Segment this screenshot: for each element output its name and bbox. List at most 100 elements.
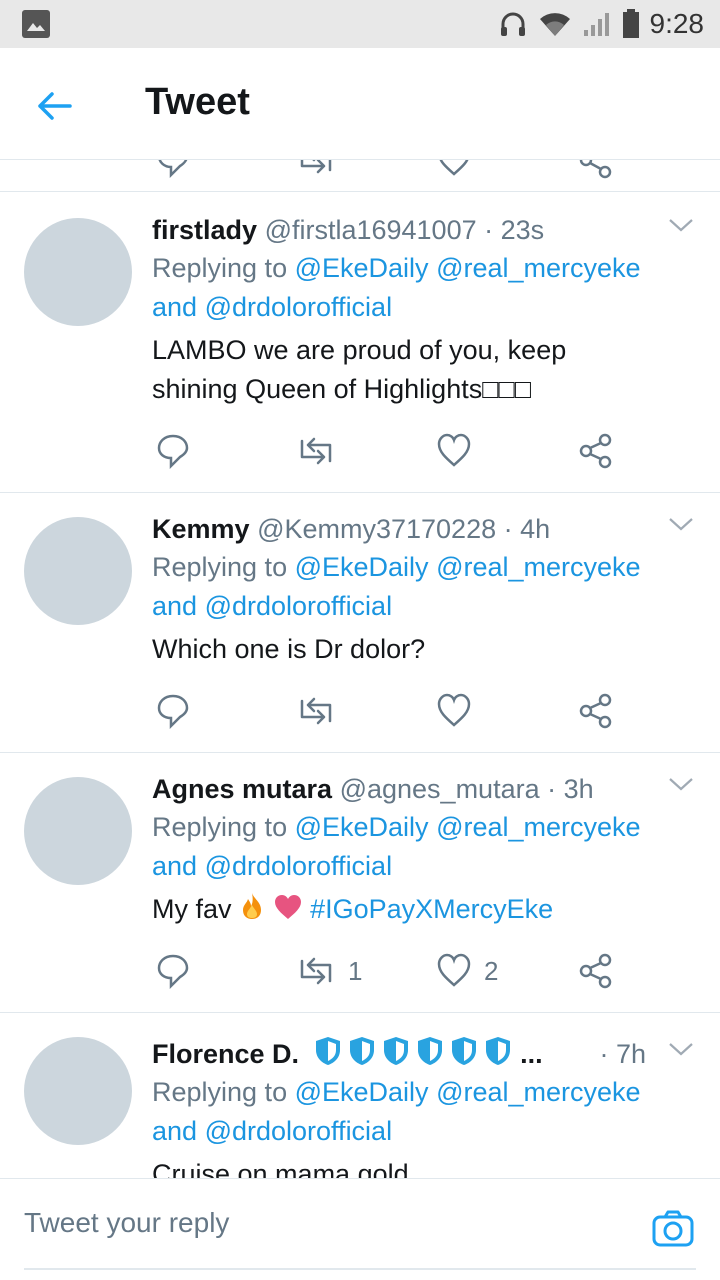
tweet-time: 7h [615,1039,646,1069]
shield-icon [485,1037,510,1065]
verified-shields [313,1035,513,1067]
reply-composer: Tweet your reply [0,1178,720,1280]
retweet-button[interactable]: 1 [296,951,362,991]
avatar[interactable] [24,777,132,885]
share-button[interactable] [578,951,614,991]
replying-to: Replying to @EkeDaily @real_mercyeke and… [152,1077,641,1146]
previous-tweet-actions [0,160,720,192]
retweet-button[interactable] [296,431,336,471]
share-button[interactable] [578,691,614,731]
author-handle: @Kemmy37170228 [257,514,497,544]
mention-link[interactable]: @drdolorofficial [205,851,393,881]
reply-button[interactable] [156,431,190,471]
tweet-header: Kemmy @Kemmy37170228 · 4h [152,510,696,548]
shield-icon [315,1037,340,1065]
reply-icon[interactable] [156,160,190,180]
tweet-time: 4h [520,514,551,544]
reply-icon [157,954,189,989]
avatar[interactable] [24,218,132,326]
tweet-text: My fav #IGoPayXMercyEke [152,890,696,929]
shield-icon [417,1037,442,1065]
reply-button[interactable] [156,691,190,731]
mention-link[interactable]: @real_mercyeke [436,552,640,582]
name-ellipsis: ... [520,1039,543,1069]
reply-icon [157,694,189,729]
mention-link[interactable]: @drdolorofficial [205,591,393,621]
mention-link[interactable]: @real_mercyeke [436,812,640,842]
author-name[interactable]: Kemmy [152,514,250,544]
heart-icon [437,433,471,467]
headphones-icon [500,12,525,36]
reply-input-underline [24,1268,696,1270]
share-icon [579,693,612,729]
like-button[interactable] [436,431,472,471]
tweet-actions [152,691,632,731]
camera-icon [652,1210,694,1247]
arrow-left-icon [38,92,72,120]
share-icon [579,953,612,989]
author-name[interactable]: Florence D. [152,1039,299,1069]
retweet-count: 1 [348,955,363,986]
image-notification-icon [22,10,50,38]
tweet-header: Florence D. ... · 7h [152,1035,696,1073]
retweet-icon [300,957,332,985]
retweet-icon [300,437,332,465]
shield-icon [349,1037,374,1065]
mention-link[interactable]: @EkeDaily [295,812,429,842]
chevron-down-icon[interactable] [668,215,694,235]
mention-link[interactable]: @real_mercyeke [436,1077,640,1107]
tweet-text: Which one is Dr dolor? [152,634,426,664]
reply-icon [157,434,189,469]
heart-icon [437,693,471,727]
like-icon[interactable] [436,160,472,180]
reply-feed[interactable]: firstlady @firstla16941007 · 23s Replyin… [0,160,720,1178]
chevron-down-icon[interactable] [668,514,694,534]
tweet-actions: 1 2 [152,951,632,991]
tweet-card[interactable]: Kemmy @Kemmy37170228 · 4h Replying to @E… [0,493,720,753]
app-bar: Tweet [0,48,720,160]
reply-input[interactable]: Tweet your reply [24,1207,229,1239]
retweet-icon[interactable] [296,160,336,180]
status-time: 9:28 [649,8,705,39]
signal-icon [583,13,609,36]
mention-link[interactable]: @EkeDaily [295,1077,429,1107]
shield-icon [383,1037,408,1065]
like-button[interactable]: 2 [436,951,498,991]
mention-link[interactable]: @EkeDaily [295,552,429,582]
replying-to: Replying to @EkeDaily @real_mercyeke and… [152,812,641,881]
share-button[interactable] [578,431,614,471]
author-handle: @firstla16941007 [264,215,477,245]
avatar[interactable] [24,517,132,625]
like-count: 2 [484,955,499,986]
shield-icon [451,1037,476,1065]
mention-link[interactable]: @drdolorofficial [205,292,393,322]
replying-to: Replying to @EkeDaily @real_mercyeke and… [152,552,641,621]
share-icon[interactable] [578,160,614,180]
back-button[interactable] [24,76,84,136]
heart-icon [437,953,471,987]
battery-icon [622,9,639,38]
avatar[interactable] [24,1037,132,1145]
tweet-time: 3h [563,774,594,804]
mention-link[interactable]: @EkeDaily [295,253,429,283]
tweet-card[interactable]: Florence D. ... · 7h Replying to @EkeDai… [0,1013,720,1178]
author-handle: @agnes_mutara [339,774,540,804]
like-button[interactable] [436,691,472,731]
mention-link[interactable]: @real_mercyeke [436,253,640,283]
tweet-card[interactable]: Agnes mutara @agnes_mutara · 3h Replying… [0,753,720,1013]
retweet-icon [300,697,332,725]
author-name[interactable]: Agnes mutara [152,774,332,804]
heart-emoji-icon [274,895,301,919]
tweet-header: Agnes mutara @agnes_mutara · 3h [152,770,696,808]
camera-button[interactable] [652,1209,694,1252]
chevron-down-icon[interactable] [668,1039,694,1059]
chevron-down-icon[interactable] [668,774,694,794]
tweet-card[interactable]: firstlady @firstla16941007 · 23s Replyin… [0,193,720,493]
author-name[interactable]: firstlady [152,215,257,245]
hashtag-link[interactable]: #IGoPayXMercyEke [310,894,553,924]
reply-button[interactable] [156,951,190,991]
wifi-icon [539,13,570,36]
fire-emoji-icon [243,893,262,919]
retweet-button[interactable] [296,691,336,731]
mention-link[interactable]: @drdolorofficial [205,1116,393,1146]
